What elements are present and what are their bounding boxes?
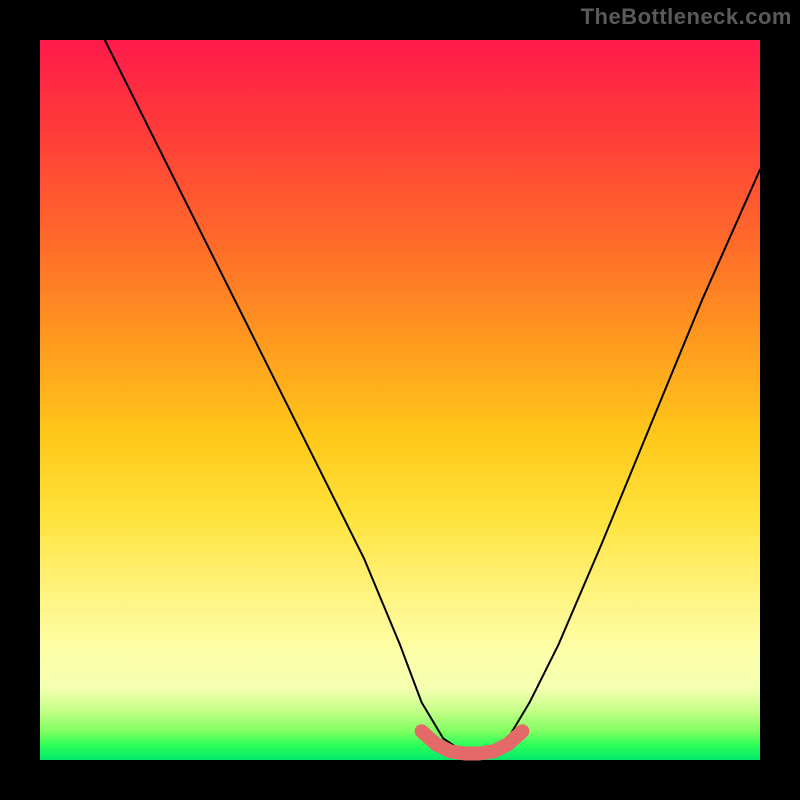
chart-svg xyxy=(40,40,760,760)
series-optimal-band xyxy=(422,731,523,753)
chart-lines xyxy=(105,40,760,754)
chart-plot-area xyxy=(40,40,760,760)
watermark-text: TheBottleneck.com xyxy=(581,4,792,30)
chart-frame: TheBottleneck.com xyxy=(0,0,800,800)
series-bottleneck-curve xyxy=(105,40,760,753)
